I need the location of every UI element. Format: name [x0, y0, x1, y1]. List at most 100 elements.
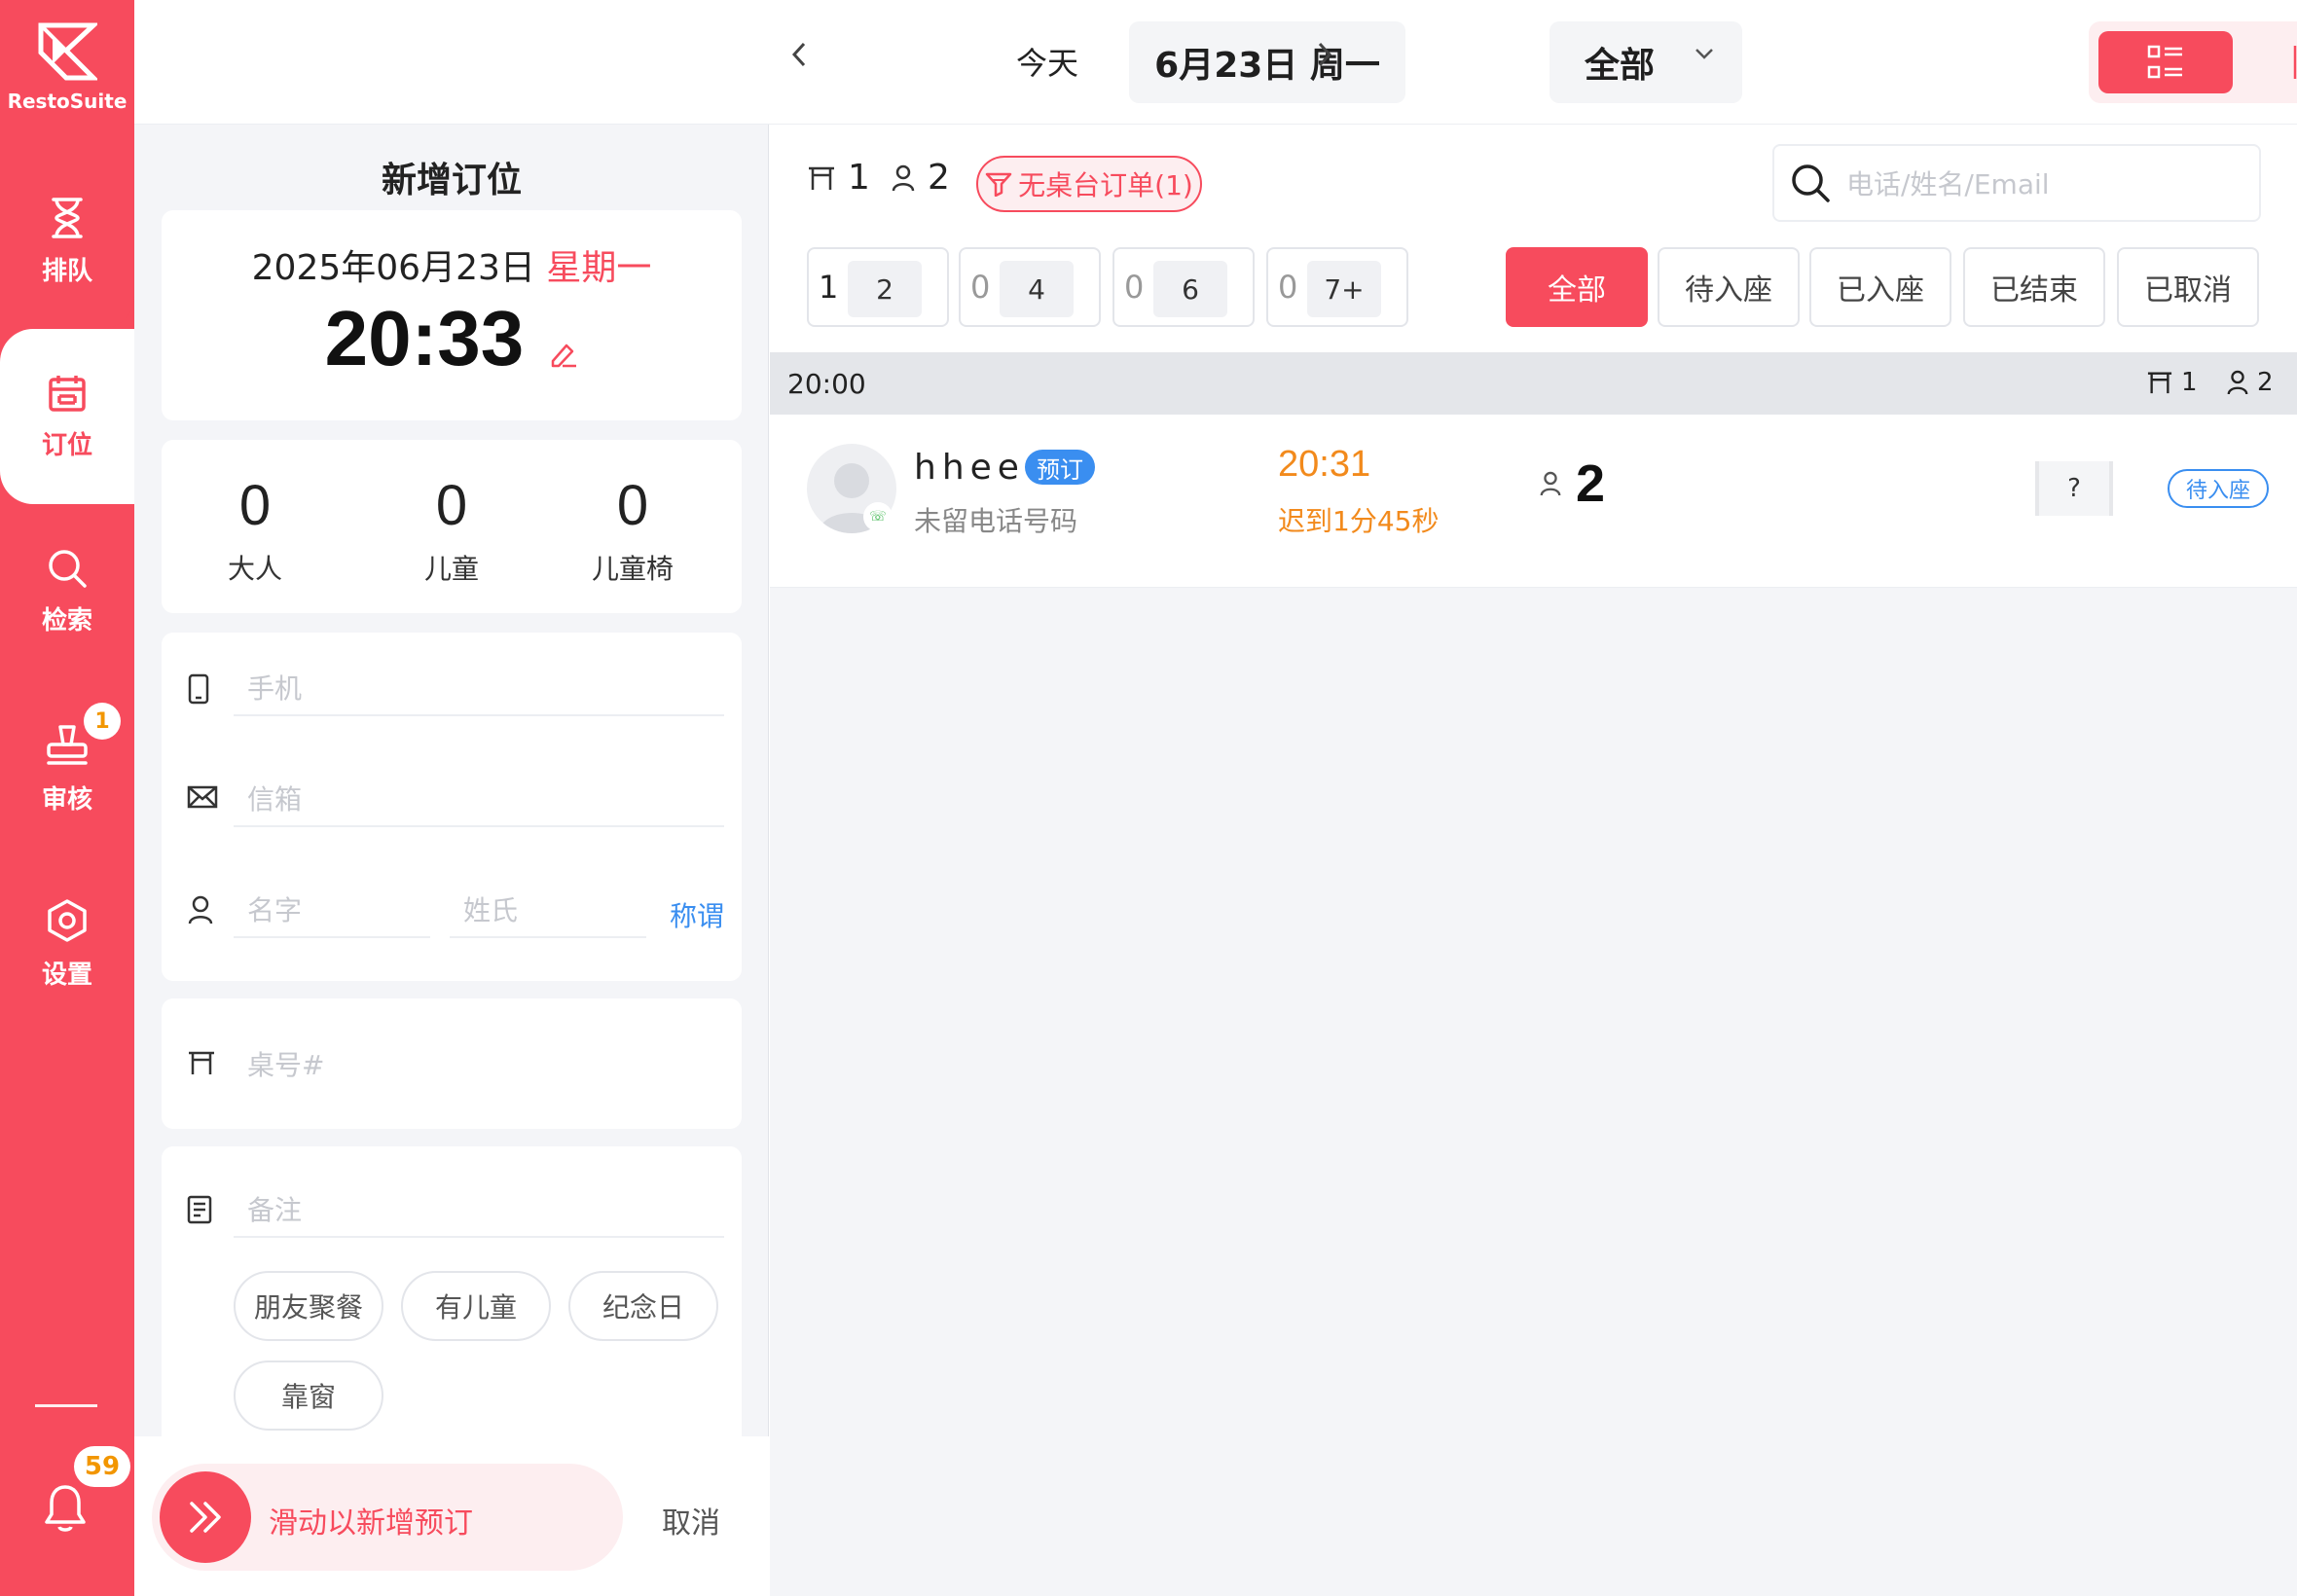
status-filter-finished[interactable]: 已结束: [1963, 247, 2105, 327]
child-counter[interactable]: 0 儿童: [364, 473, 539, 587]
party-filter-6[interactable]: 0 6: [1112, 247, 1255, 327]
highchair-counter[interactable]: 0 儿童椅: [545, 473, 720, 587]
table-total-value: 1: [848, 158, 870, 198]
prev-day-button[interactable]: [790, 39, 808, 78]
form-title: 新增订位: [381, 161, 522, 200]
salutation-button[interactable]: 称谓: [670, 895, 724, 934]
weekday-text: 星期一: [546, 248, 652, 288]
name-row: 名字 姓氏 称谓: [162, 854, 742, 965]
party-filter-count: 0: [970, 269, 991, 306]
search-placeholder: 电话/姓名/Email: [1846, 168, 2050, 200]
sidebar-item-label: 审核: [41, 784, 92, 815]
child-count: 0: [435, 474, 468, 537]
email-row: 信箱: [162, 744, 742, 854]
adult-count: 0: [238, 474, 272, 537]
group-table-value: 1: [2181, 368, 2198, 397]
today-button[interactable]: 今天: [1016, 39, 1078, 84]
group-guest-value: 2: [2257, 368, 2274, 397]
table-number-field[interactable]: 桌号#: [234, 1035, 724, 1092]
logo: RestoSuite: [0, 0, 134, 134]
logo-text: RestoSuite: [7, 90, 128, 113]
guest-name: hhee: [914, 448, 1025, 488]
party-filter-7plus[interactable]: 0 7+: [1266, 247, 1408, 327]
timeline-view-icon: [2293, 46, 2297, 79]
sidebar-item-search[interactable]: 检索: [0, 504, 134, 679]
tag-with-children[interactable]: 有儿童: [401, 1271, 551, 1341]
person-icon: [892, 164, 915, 191]
status-filter-waiting[interactable]: 待入座: [1658, 247, 1800, 327]
settings-icon: [48, 898, 87, 942]
form-actions: 滑动以新增预订 取消: [134, 1436, 769, 1596]
first-name-field[interactable]: 名字: [234, 882, 430, 938]
party-filter-2[interactable]: 1 2: [807, 247, 949, 327]
edit-icon[interactable]: [549, 340, 578, 369]
guest-total: 2: [891, 158, 950, 198]
cancel-button[interactable]: 取消: [662, 1499, 720, 1542]
status-filter-cancelled[interactable]: 已取消: [2117, 247, 2259, 327]
table-icon: [809, 166, 834, 190]
no-table-orders-filter[interactable]: 无桌台订单(1): [976, 156, 1202, 212]
tag-anniversary[interactable]: 纪念日: [568, 1271, 718, 1341]
party-size-card: 0 大人 0 儿童 0 儿童椅: [162, 440, 742, 613]
chevron-right-icon: [1318, 42, 1332, 67]
note-field[interactable]: 备注: [234, 1181, 724, 1238]
list-header: 1 2 无桌台订单(1) 电话/姓名/Email 1 2 0 4 0 6 0 7…: [770, 125, 2297, 352]
note-icon: [187, 1195, 212, 1224]
top-bar: 今天 6月23日 周一 全部: [134, 0, 2297, 125]
sidebar-item-label: 订位: [41, 430, 92, 460]
sidebar-divider: [35, 1404, 97, 1407]
guest-total-value: 2: [928, 158, 950, 198]
person-icon: [1540, 471, 1561, 496]
adult-label: 大人: [227, 553, 282, 585]
party-filter-count: 1: [819, 269, 839, 306]
list-view-button[interactable]: [2098, 31, 2233, 93]
date-picker[interactable]: 6月23日 周一: [1129, 21, 1405, 103]
highchair-count: 0: [616, 474, 649, 537]
notification-bell-button[interactable]: [43, 1483, 91, 1538]
reservation-row[interactable]: ☏ hhee 预订 未留电话号码 20:31 迟到1分45秒 2 ? 待入座: [770, 415, 2297, 588]
table-card: 桌号#: [162, 998, 742, 1129]
highchair-label: 儿童椅: [591, 553, 674, 585]
notification-badge: 59: [74, 1446, 130, 1487]
time-group-header: 20:00 1 2: [770, 352, 2297, 415]
tag-window-seat[interactable]: 靠窗: [234, 1360, 383, 1431]
next-day-button[interactable]: [1316, 39, 1333, 78]
party-filter-size: 6: [1153, 261, 1227, 317]
group-time: 20:00: [787, 368, 866, 400]
status-filter-seated[interactable]: 已入座: [1809, 247, 1951, 327]
adult-counter[interactable]: 0 大人: [167, 473, 343, 587]
phone-icon: [188, 673, 209, 705]
reservation-badge: 预订: [1025, 450, 1095, 485]
email-field[interactable]: 信箱: [234, 771, 724, 827]
sidebar-item-settings[interactable]: 设置: [0, 856, 134, 1032]
new-reservation-panel: 新增订位 2025年06月23日 星期一 20:33 0 大人 0 儿童 0 儿…: [134, 125, 769, 1596]
slide-to-add-button[interactable]: 滑动以新增预订: [152, 1464, 623, 1571]
scope-select[interactable]: 全部: [1550, 21, 1742, 103]
slider-knob[interactable]: [160, 1471, 251, 1563]
party-size: 2: [1539, 453, 1605, 514]
phone-field[interactable]: 手机: [234, 660, 724, 716]
notes-card: 备注 朋友聚餐 有儿童 纪念日 靠窗: [162, 1146, 742, 1436]
last-name-field[interactable]: 姓氏: [450, 882, 646, 938]
sidebar-item-review[interactable]: 审核 1: [0, 681, 134, 856]
datetime-card[interactable]: 2025年06月23日 星期一 20:33: [162, 210, 742, 420]
search-input[interactable]: 电话/姓名/Email: [1772, 144, 2261, 222]
tag-friends-dinner[interactable]: 朋友聚餐: [234, 1271, 383, 1341]
party-filter-4[interactable]: 0 4: [959, 247, 1101, 327]
review-badge: 1: [84, 703, 121, 740]
search-icon: [1792, 164, 1830, 202]
assign-table-button[interactable]: ?: [2035, 461, 2113, 516]
no-table-orders-label: 无桌台订单(1): [1018, 169, 1193, 201]
status-badge[interactable]: 待入座: [2168, 469, 2269, 508]
sidebar-item-queue[interactable]: 排队: [0, 154, 134, 329]
group-guest-count: 2: [2226, 368, 2274, 397]
phone-row: 手机: [162, 633, 742, 744]
reservation-list-panel: 1 2 无桌台订单(1) 电话/姓名/Email 1 2 0 4 0 6 0 7…: [770, 125, 2297, 1596]
table-total: 1: [807, 158, 870, 198]
party-size-value: 2: [1576, 454, 1606, 513]
status-filter-all[interactable]: 全部: [1506, 247, 1648, 327]
contact-card: 手机 信箱 名字 姓氏 称谓: [162, 633, 742, 981]
timeline-view-button[interactable]: [2242, 31, 2297, 93]
sidebar-item-reservation[interactable]: 订位: [0, 329, 134, 504]
sidebar: RestoSuite 排队 订位 检索 审核 1 设置 59: [0, 0, 134, 1596]
